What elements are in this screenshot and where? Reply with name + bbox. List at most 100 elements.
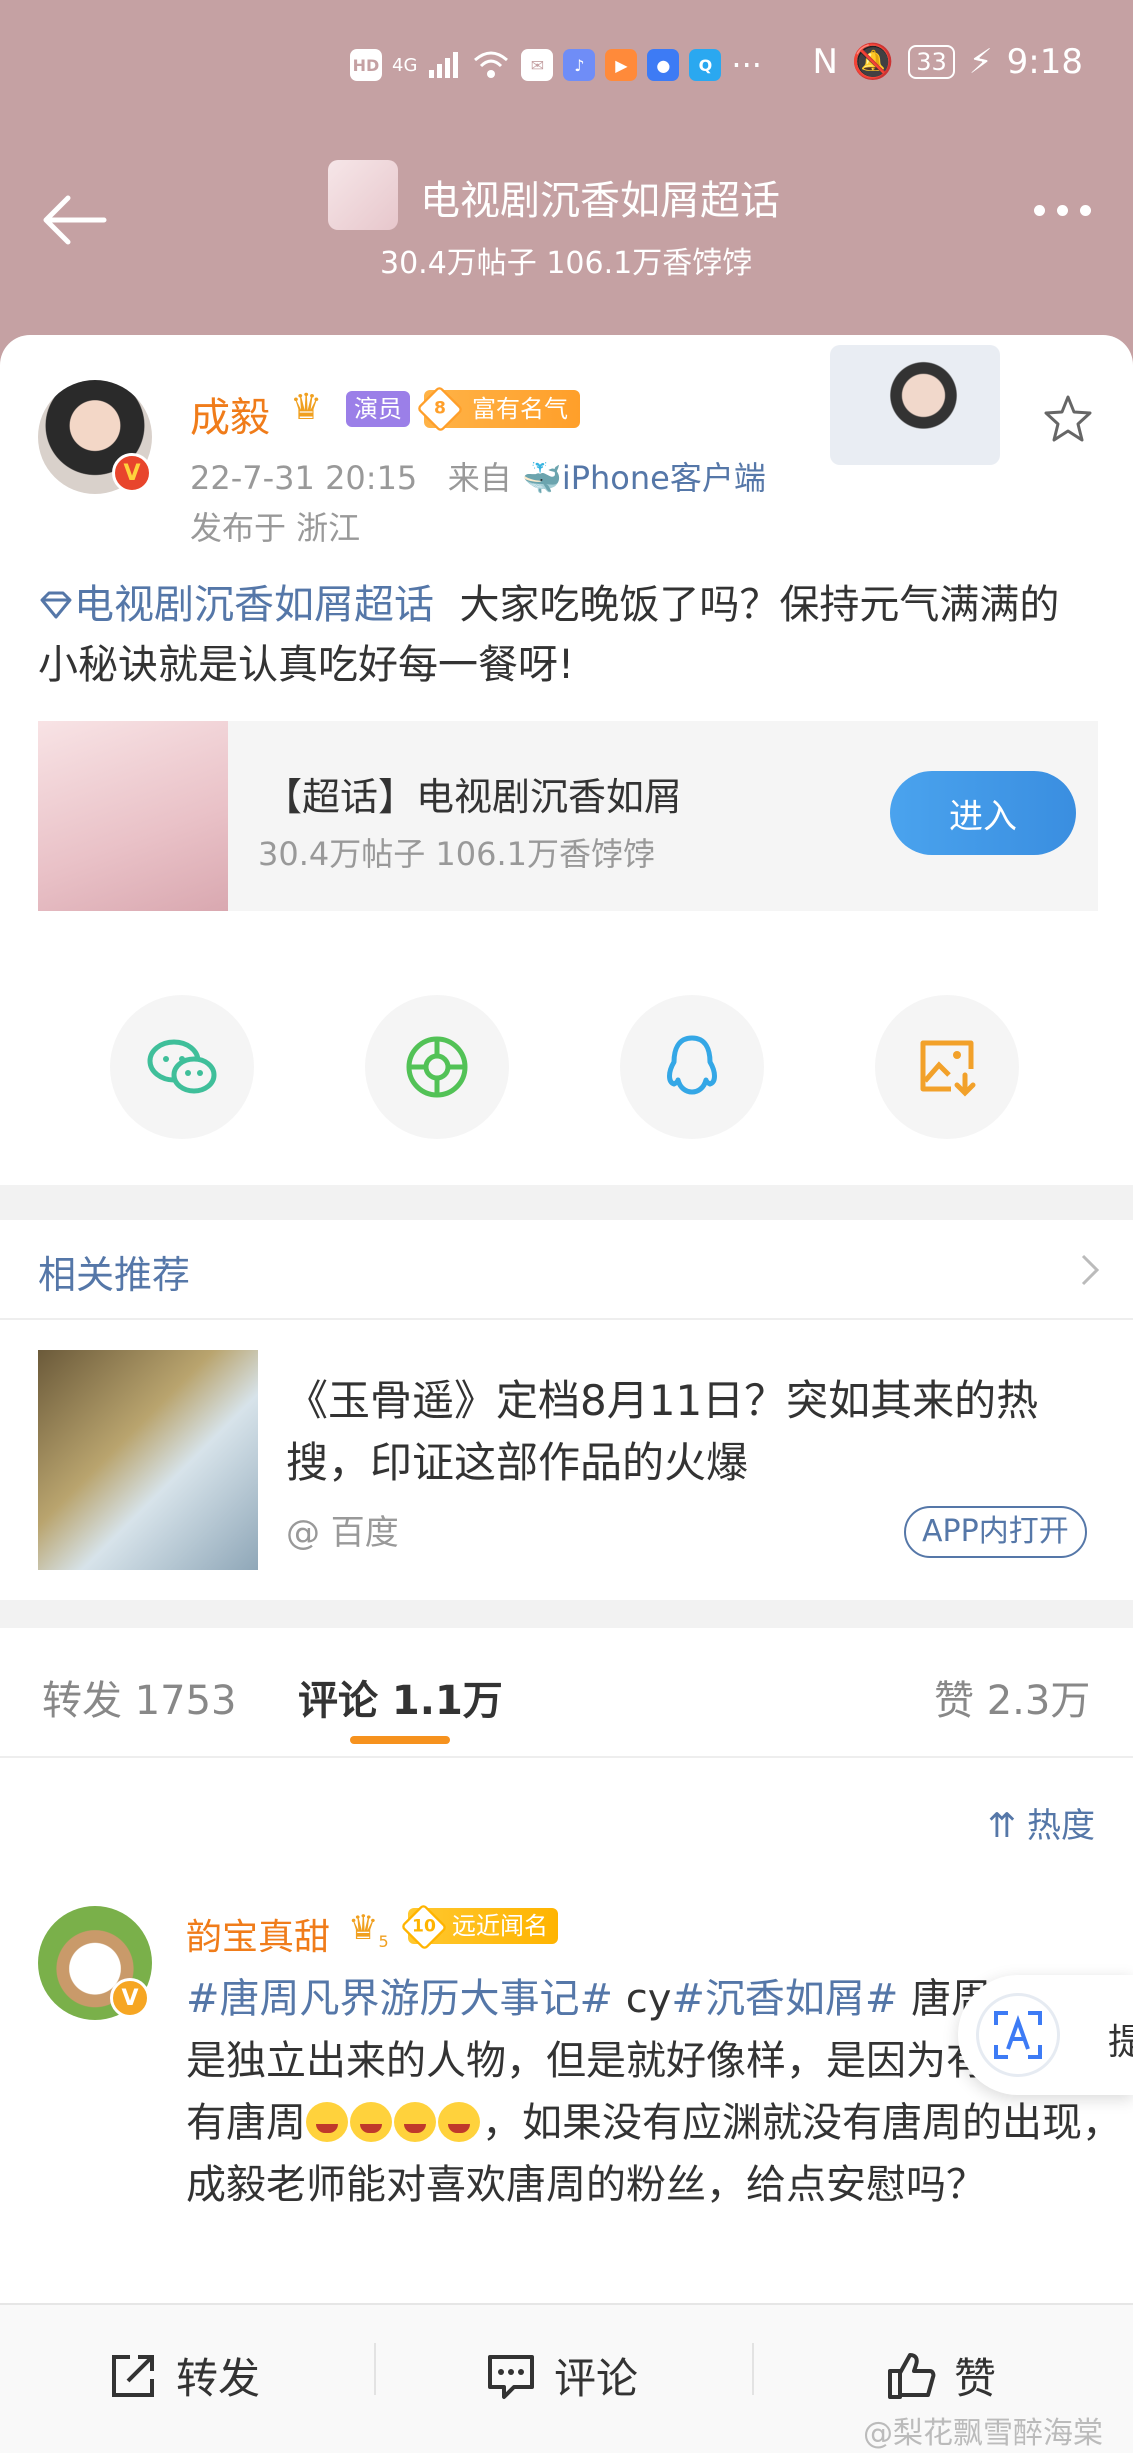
hd-icon: HD [350, 49, 382, 81]
level-diamond-icon: 8 [416, 385, 464, 433]
bulb-app-icon: ● [647, 49, 680, 81]
open-in-app-button[interactable]: APP内打开 [904, 1506, 1087, 1558]
crown-icon: ♛5 [348, 1908, 389, 1951]
fame-level-label: 富有名气 [472, 395, 568, 423]
recommend-header: 相关推荐 [38, 1253, 191, 1297]
clock: 9:18 [1006, 42, 1083, 82]
fame-level-label: 远近闻名 [452, 1912, 548, 1940]
supertopic-thumbnail [328, 160, 398, 230]
floating-text-recognition-button[interactable]: 提 [958, 1975, 1133, 2095]
whale-icon: 🐳 [521, 459, 562, 497]
save-image-button[interactable] [875, 995, 1019, 1139]
moments-icon [406, 1036, 468, 1098]
header-decoration-image [830, 345, 1000, 465]
page-title: 电视剧沉香如屑超话 [420, 178, 780, 224]
sort-label: 热度 [1027, 1806, 1095, 1846]
divider [374, 2343, 376, 2395]
battery-icon: 33 [908, 45, 955, 79]
page-subtitle: 30.4万帖子 106.1万香饽饽 [380, 246, 753, 281]
supertopic-link-card[interactable]: 【超话】电视剧沉香如屑 30.4万帖子 106.1万香饽饽 进入 [38, 721, 1098, 911]
crown-icon: ♛ [290, 387, 323, 428]
tab-like[interactable]: 赞 2.3万 [934, 1668, 1090, 1726]
comment-label: 评论 [554, 2354, 639, 2403]
verified-badge-icon: V [112, 453, 152, 493]
comment-fragment: cy [613, 1976, 672, 2022]
link-card-subtitle: 30.4万帖子 106.1万香饽饽 [258, 835, 656, 873]
sort-icon: ⇈ [987, 1806, 1017, 1846]
fame-level-badge: 10 远近闻名 [400, 1903, 558, 1951]
share-moments-button[interactable] [365, 995, 509, 1139]
wechat-status-icon: ✉ [521, 49, 554, 81]
floating-label: 提 [1108, 2022, 1133, 2063]
status-icons: HD 4G ✉ ♪ ▶ ● Q ··· [350, 46, 762, 84]
crying-emoji-icon [438, 2102, 480, 2142]
fame-level-badge: 8 富有名气 [416, 385, 580, 433]
status-bar: HD 4G ✉ ♪ ▶ ● Q ··· N 🔕 33 ⚡ 9:18 [0, 38, 1133, 90]
comment-icon [488, 2354, 534, 2399]
post-topic-link[interactable]: 电视剧沉香如屑超话 [74, 582, 434, 628]
thumbs-up-icon [888, 2352, 936, 2399]
level-diamond-icon: 10 [400, 1903, 448, 1951]
share-qq-button[interactable] [620, 995, 764, 1139]
crying-emoji-icon [306, 2102, 348, 2142]
repost-label: 转发 [176, 2354, 261, 2403]
crying-emoji-icon [350, 2102, 392, 2142]
watermark: @梨花飘雪醉海棠 [863, 2416, 1103, 2451]
wechat-icon [147, 1039, 217, 1094]
qq-icon [667, 1035, 717, 1095]
search-app-icon: Q [689, 49, 722, 81]
back-arrow-icon[interactable] [38, 190, 108, 250]
repost-icon [112, 2354, 154, 2397]
post-card: V 成毅 ♛ 演员 8 富有名气 22-7-31 20:15 来自 🐳iPhon… [0, 335, 1133, 1185]
like-button[interactable]: 赞 [886, 2345, 996, 2406]
post-body: 电视剧沉香如屑超话 大家吃晚饭了吗？保持元气满满的小秘诀就是认真吃好每一餐呀! [38, 575, 1098, 695]
post-time: 22-7-31 20:15 [190, 459, 418, 497]
recommend-source: @ 百度 [286, 1513, 399, 1553]
link-card-title: 【超话】电视剧沉香如屑 [264, 775, 683, 819]
tab-comment[interactable]: 评论 1.1万 [298, 1668, 503, 1726]
comment-topic-link[interactable]: #唐周凡界游历大事记# [186, 1976, 613, 2022]
verified-badge-icon: V [110, 1978, 150, 2018]
post-source[interactable]: iPhone客户端 [562, 459, 766, 497]
sort-by-hot-button[interactable]: ⇈ 热度 [988, 1798, 1095, 1847]
post-meta: 22-7-31 20:15 来自 🐳iPhone客户端 [190, 453, 766, 499]
crying-emoji-icon [394, 2102, 436, 2142]
post-location: 发布于 浙江 [190, 509, 361, 547]
commenter-name[interactable]: 韵宝真甜 [186, 1908, 330, 1960]
chevron-right-icon[interactable] [1079, 1250, 1103, 1290]
divider [752, 2343, 754, 2395]
charging-icon: ⚡ [968, 42, 993, 82]
divider [0, 1318, 1133, 1320]
recommend-thumbnail[interactable] [38, 1350, 258, 1570]
music-app-icon: ♪ [563, 49, 596, 81]
supertopic-diamond-icon [40, 591, 72, 619]
recommend-title[interactable]: 《玉骨遥》定档8月11日？突如其来的热搜，印证这部作品的火爆 [286, 1370, 1106, 1494]
author-name[interactable]: 成毅 [190, 385, 270, 443]
favorite-star-icon[interactable] [1042, 393, 1094, 445]
like-label: 赞 [954, 2354, 997, 2403]
top-nav: 电视剧沉香如屑超话 30.4万帖子 106.1万香饽饽 [0, 150, 1133, 281]
share-row [0, 995, 1133, 1145]
interaction-tabs: 转发 1753 评论 1.1万 赞 2.3万 [0, 1628, 1133, 1758]
video-app-icon: ▶ [605, 49, 638, 81]
status-right: N 🔕 33 ⚡ 9:18 [812, 42, 1083, 82]
comment-button[interactable]: 评论 [486, 2345, 638, 2406]
related-recommendations: 相关推荐 《玉骨遥》定档8月11日？突如其来的热搜，印证这部作品的火爆 @ 百度… [0, 1220, 1133, 1600]
save-image-icon [920, 1040, 976, 1097]
wifi-icon [474, 51, 509, 78]
actor-tag: 演员 [346, 391, 410, 427]
supertopic-card-image [38, 721, 228, 911]
tab-repost[interactable]: 转发 1753 [42, 1668, 237, 1726]
repost-button[interactable]: 转发 [108, 2345, 260, 2406]
more-options-icon[interactable] [1034, 205, 1091, 216]
mute-icon: 🔕 [851, 42, 895, 82]
network-label: 4G [392, 54, 418, 76]
comment-topic-link[interactable]: #沉香如屑# [671, 1976, 898, 2022]
share-wechat-button[interactable] [110, 995, 254, 1139]
more-status-icon: ··· [731, 46, 762, 84]
signal-icon [429, 52, 459, 78]
nfc-icon: N [812, 42, 838, 82]
from-label: 来自 [447, 459, 512, 497]
text-scan-icon [976, 1993, 1060, 2077]
enter-button[interactable]: 进入 [890, 771, 1076, 855]
